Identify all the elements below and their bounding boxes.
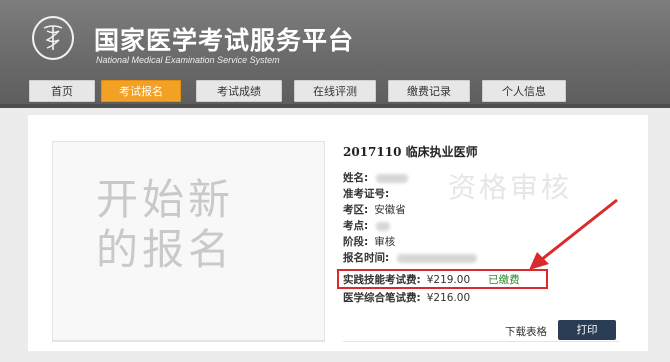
main-nav: 首页 考试报名 考试成绩 在线评测 缴费记录 个人信息	[0, 80, 670, 104]
site-label: 考点:	[343, 220, 369, 232]
annotation-arrow-icon	[529, 198, 618, 270]
ticket-label: 准考证号:	[343, 188, 390, 200]
tab-online-assessment[interactable]: 在线评测	[294, 80, 376, 102]
start-new-registration-text: 开始新 的报名	[96, 175, 235, 274]
redacted-time	[397, 253, 478, 263]
redacted-site	[376, 221, 391, 231]
stage-value: 审核	[374, 236, 396, 248]
card-divider	[52, 341, 325, 342]
page: 国家医学考试服务平台 National Medical Examination …	[0, 0, 670, 362]
name-label: 姓名:	[343, 172, 369, 184]
area-row: 考区: 安徽省	[343, 202, 406, 218]
stage-row: 阶段: 审核	[343, 234, 395, 250]
tab-exam-scores[interactable]: 考试成绩	[196, 80, 282, 102]
written-fee-value: ¥216.00	[426, 292, 471, 304]
name-row: 姓名:	[343, 170, 409, 186]
registration-time-label: 报名时间:	[343, 252, 390, 264]
site-row: 考点:	[343, 218, 391, 234]
nav-divider	[0, 104, 670, 108]
registration-time-row: 报名时间:	[343, 250, 478, 266]
area-label: 考区:	[343, 204, 369, 216]
caduceus-icon	[43, 25, 63, 50]
site-subtitle: National Medical Examination Service Sys…	[96, 55, 280, 65]
site-title: 国家医学考试服务平台	[94, 26, 355, 55]
tab-personal-info[interactable]: 个人信息	[482, 80, 566, 102]
tab-exam-registration[interactable]: 考试报名	[101, 80, 181, 102]
redacted-name	[376, 173, 409, 183]
exam-title: 2017110 临床执业医师	[343, 145, 478, 159]
ticket-row: 准考证号:	[343, 186, 389, 202]
tab-home[interactable]: 首页	[29, 80, 95, 102]
download-form-link[interactable]: 下载表格	[505, 324, 547, 339]
stage-label: 阶段:	[343, 236, 369, 248]
details-divider	[343, 341, 619, 342]
print-button[interactable]: 打印	[558, 320, 616, 340]
written-fee-row: 医学综合笔试费: ¥216.00	[343, 290, 470, 306]
written-fee-label: 医学综合笔试费:	[343, 292, 421, 304]
emblem-logo	[32, 16, 74, 60]
area-value: 安徽省	[374, 204, 406, 216]
tab-payment-records[interactable]: 缴费记录	[388, 80, 470, 102]
